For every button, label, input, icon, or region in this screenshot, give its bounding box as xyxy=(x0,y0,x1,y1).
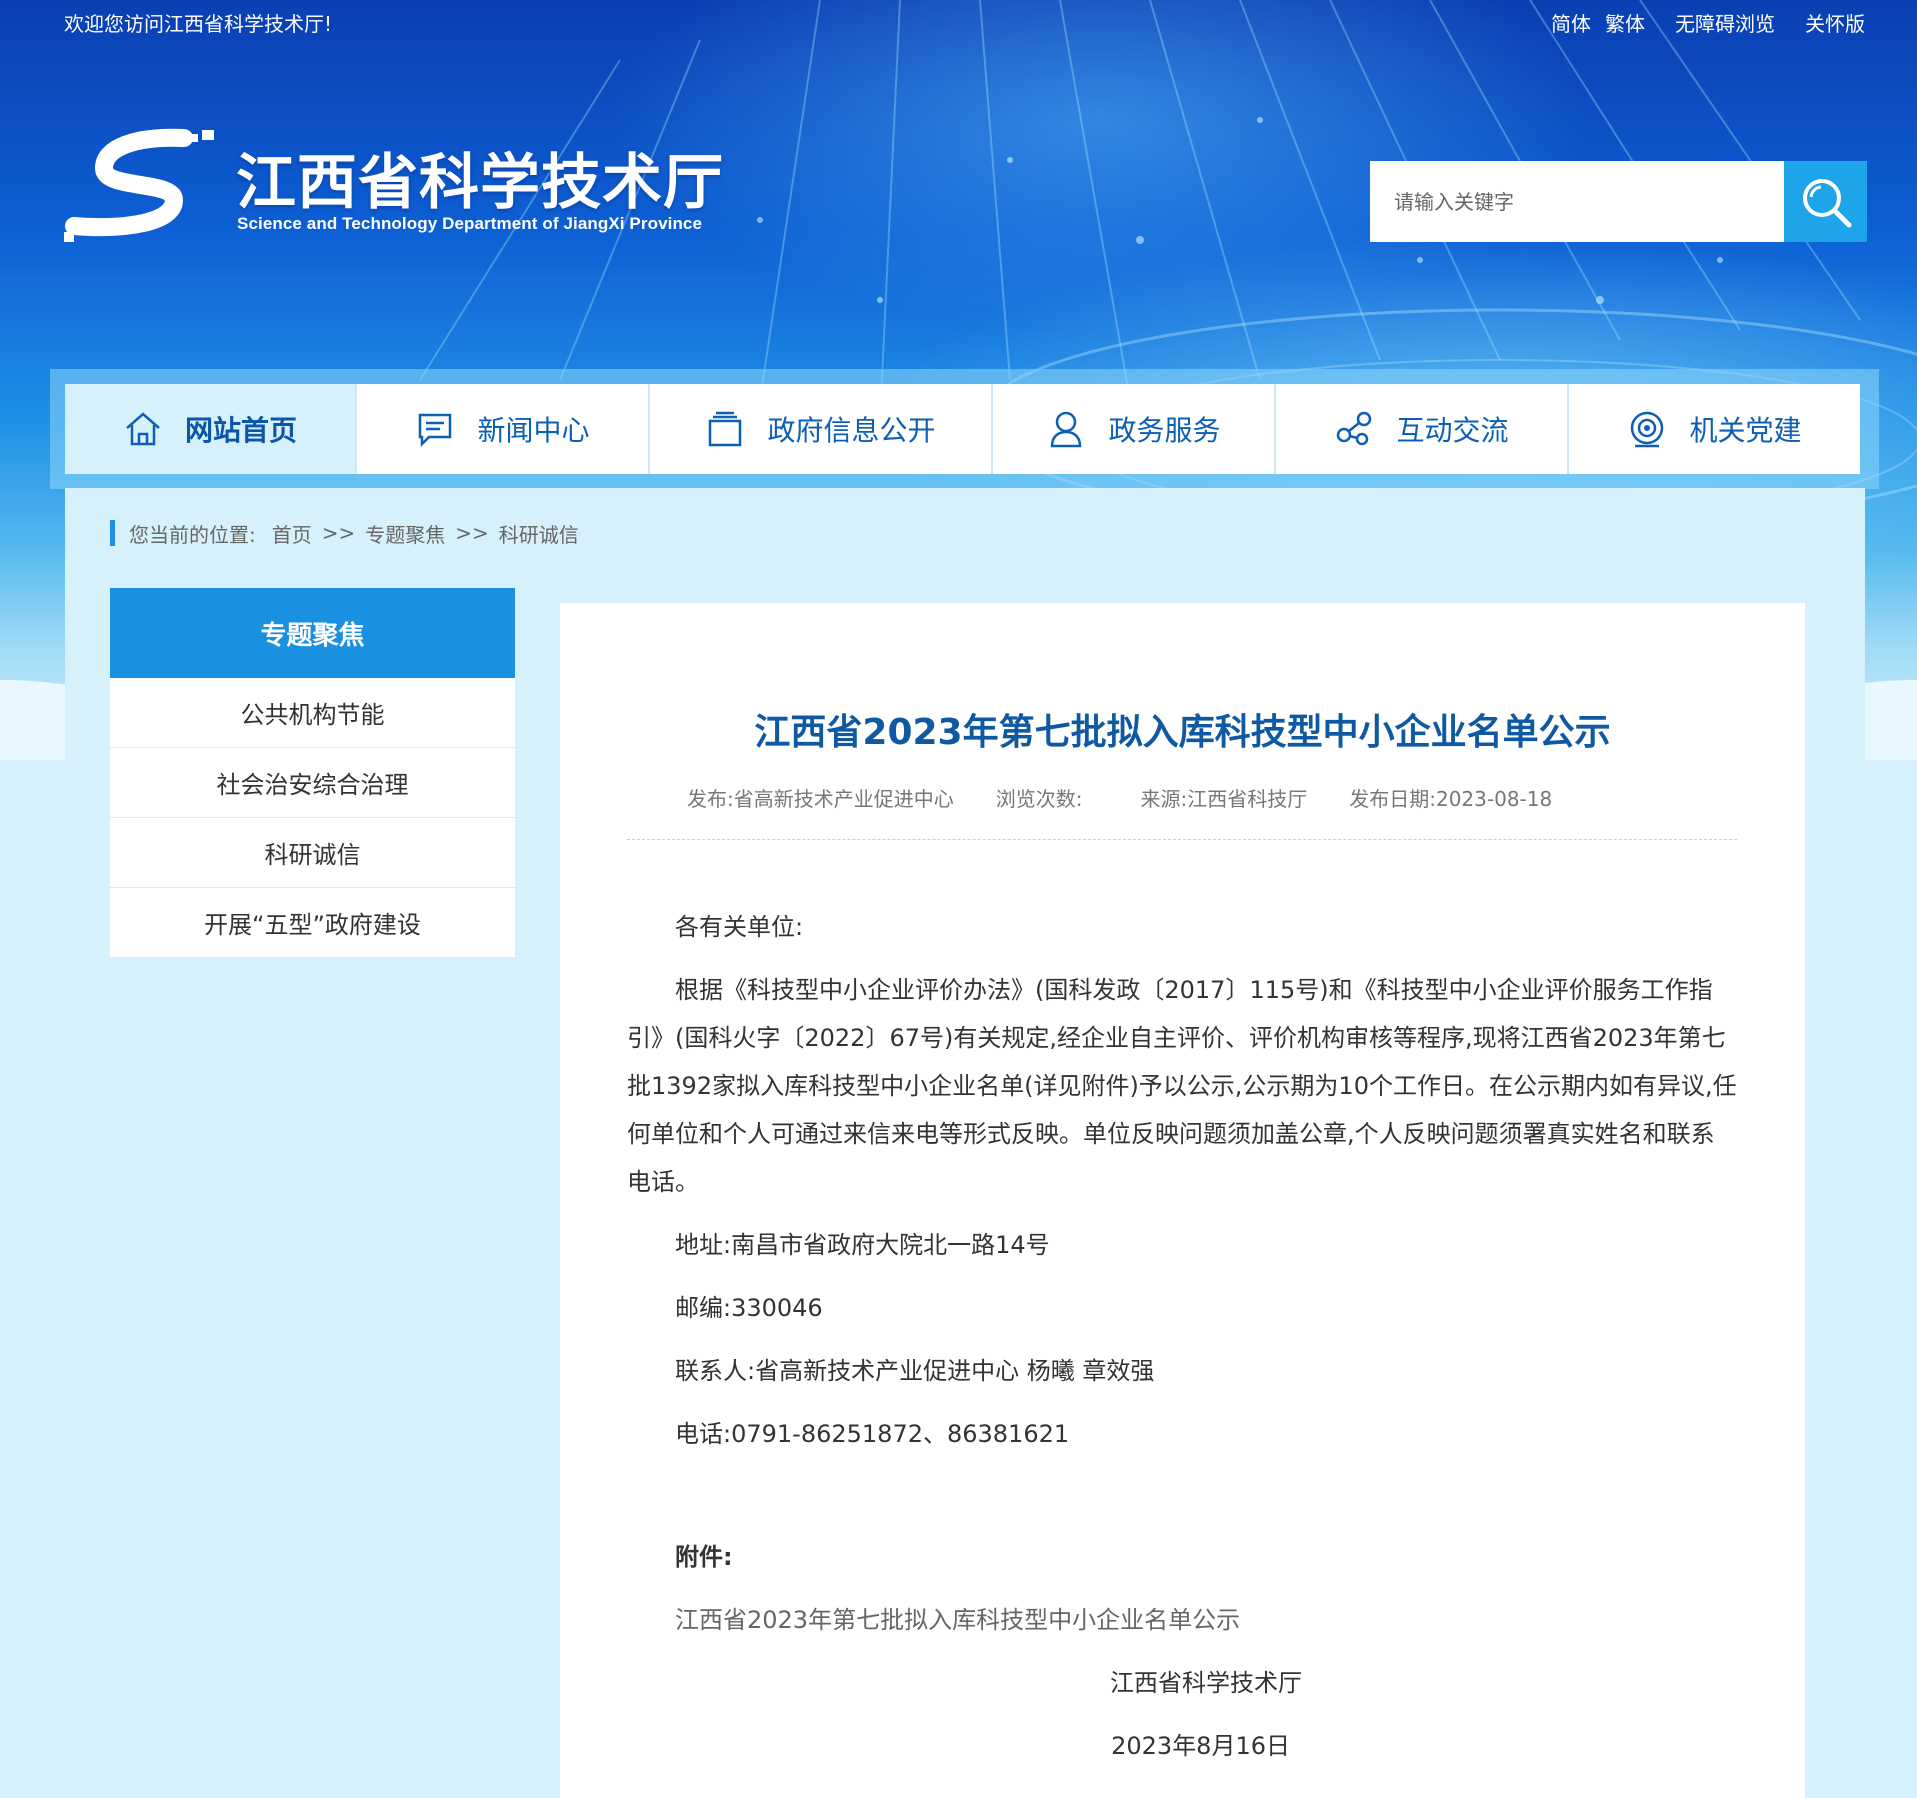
article-body: 各有关单位: 根据《科技型中小企业评价办法》(国科发政〔2017〕115号)和《… xyxy=(627,903,1737,1770)
sidebar-heading: 专题聚焦 xyxy=(110,588,515,678)
nav-services[interactable]: 政务服务 xyxy=(991,384,1274,474)
breadcrumb-separator: >> xyxy=(455,521,489,545)
sidebar: 专题聚焦 公共机构节能 社会治安综合治理 科研诚信 开展“五型”政府建设 xyxy=(110,588,515,958)
attachment-heading: 附件: xyxy=(675,1543,733,1571)
article-address: 地址:南昌市省政府大院北一路14号 xyxy=(675,1231,1050,1259)
nav-news[interactable]: 新闻中心 xyxy=(355,384,648,474)
article-paragraph: 根据《科技型中小企业评价办法》(国科发政〔2017〕115号)和《科技型中小企业… xyxy=(627,976,1737,1196)
attachment-link[interactable]: 江西省2023年第七批拟入库科技型中小企业名单公示 xyxy=(627,1596,1737,1644)
nav-gov-info[interactable]: 政府信息公开 xyxy=(648,384,991,474)
interaction-icon xyxy=(1337,411,1372,446)
article-publisher: 发布:省高新技术产业促进中心 xyxy=(687,787,954,811)
article-meta: 发布:省高新技术产业促进中心 浏览次数: 来源:江西省科技厅 发布日期:2023… xyxy=(687,783,1594,812)
nav-label: 互动交流 xyxy=(1396,414,1509,447)
top-bar: 欢迎您访问江西省科学技术厅! 简体 繁体 无障碍浏览 关怀版 xyxy=(0,0,1917,44)
news-icon xyxy=(419,413,452,448)
accessibility-link[interactable]: 无障碍浏览 xyxy=(1675,8,1775,37)
breadcrumb-marker xyxy=(110,520,115,546)
folder-icon xyxy=(709,411,742,447)
home-icon xyxy=(126,412,160,446)
simplified-link[interactable]: 简体 xyxy=(1551,8,1591,37)
sidebar-item-five-type[interactable]: 开展“五型”政府建设 xyxy=(110,888,515,958)
article-greeting: 各有关单位: xyxy=(675,913,804,941)
party-icon xyxy=(1631,411,1664,448)
care-mode-link[interactable]: 关怀版 xyxy=(1805,8,1865,37)
breadcrumb-home[interactable]: 首页 xyxy=(272,519,312,548)
logo-subtitle: Science and Technology Department of Jia… xyxy=(237,214,703,233)
breadcrumb-current[interactable]: 科研诚信 xyxy=(499,519,579,548)
search-box xyxy=(1370,161,1867,242)
article-views: 浏览次数: xyxy=(995,787,1083,811)
article-contact: 联系人:省高新技术产业促进中心 杨曦 章效强 xyxy=(675,1357,1155,1385)
sidebar-item-security[interactable]: 社会治安综合治理 xyxy=(110,748,515,818)
main-nav: 网站首页 新闻中心 政府信息公开 政务服务 互动交流 机关党建 xyxy=(65,384,1860,474)
nav-label: 新闻中心 xyxy=(477,414,590,447)
logo-title: 江西省科学技术厅 xyxy=(236,148,724,218)
breadcrumb-prefix: 您当前的位置: xyxy=(129,522,256,547)
sidebar-item-integrity[interactable]: 科研诚信 xyxy=(110,818,515,888)
search-input[interactable] xyxy=(1370,161,1784,242)
article-signature: 江西省科学技术厅 xyxy=(1110,1669,1302,1697)
nav-label: 政务服务 xyxy=(1108,414,1221,447)
nav-label: 网站首页 xyxy=(184,414,297,447)
breadcrumb: 您当前的位置: 首页 >> 专题聚焦 >> 科研诚信 xyxy=(110,519,587,548)
sidebar-item-energy[interactable]: 公共机构节能 xyxy=(110,678,515,748)
top-links: 简体 繁体 无障碍浏览 关怀版 xyxy=(1537,8,1865,37)
nav-interaction[interactable]: 互动交流 xyxy=(1274,384,1567,474)
breadcrumb-separator: >> xyxy=(321,521,356,545)
nav-label: 政府信息公开 xyxy=(767,414,936,447)
article-source: 来源:江西省科技厅 xyxy=(1140,787,1308,811)
site-logo[interactable]: 江西省科学技术厅 Science and Technology Departme… xyxy=(64,128,744,248)
article-phone: 电话:0791-86251872、86381621 xyxy=(675,1420,1070,1448)
breadcrumb-topics[interactable]: 专题聚焦 xyxy=(365,519,445,548)
article: 江西省2023年第七批拟入库科技型中小企业名单公示 发布:省高新技术产业促进中心… xyxy=(560,603,1805,1798)
article-divider xyxy=(627,839,1737,840)
nav-party[interactable]: 机关党建 xyxy=(1567,384,1860,474)
search-icon xyxy=(1802,178,1851,227)
nav-home[interactable]: 网站首页 xyxy=(65,384,355,474)
article-title: 江西省2023年第七批拟入库科技型中小企业名单公示 xyxy=(754,712,1611,753)
welcome-text: 欢迎您访问江西省科学技术厅! xyxy=(64,12,333,36)
nav-label: 机关党建 xyxy=(1689,414,1802,447)
article-sign-date: 2023年8月16日 xyxy=(1111,1732,1290,1760)
user-icon xyxy=(1051,411,1082,448)
article-date: 发布日期:2023-08-18 xyxy=(1349,787,1553,811)
logo-emblem-icon xyxy=(64,128,214,242)
article-postcode: 邮编:330046 xyxy=(675,1294,823,1322)
traditional-link[interactable]: 繁体 xyxy=(1605,8,1645,37)
search-button[interactable] xyxy=(1784,161,1867,242)
